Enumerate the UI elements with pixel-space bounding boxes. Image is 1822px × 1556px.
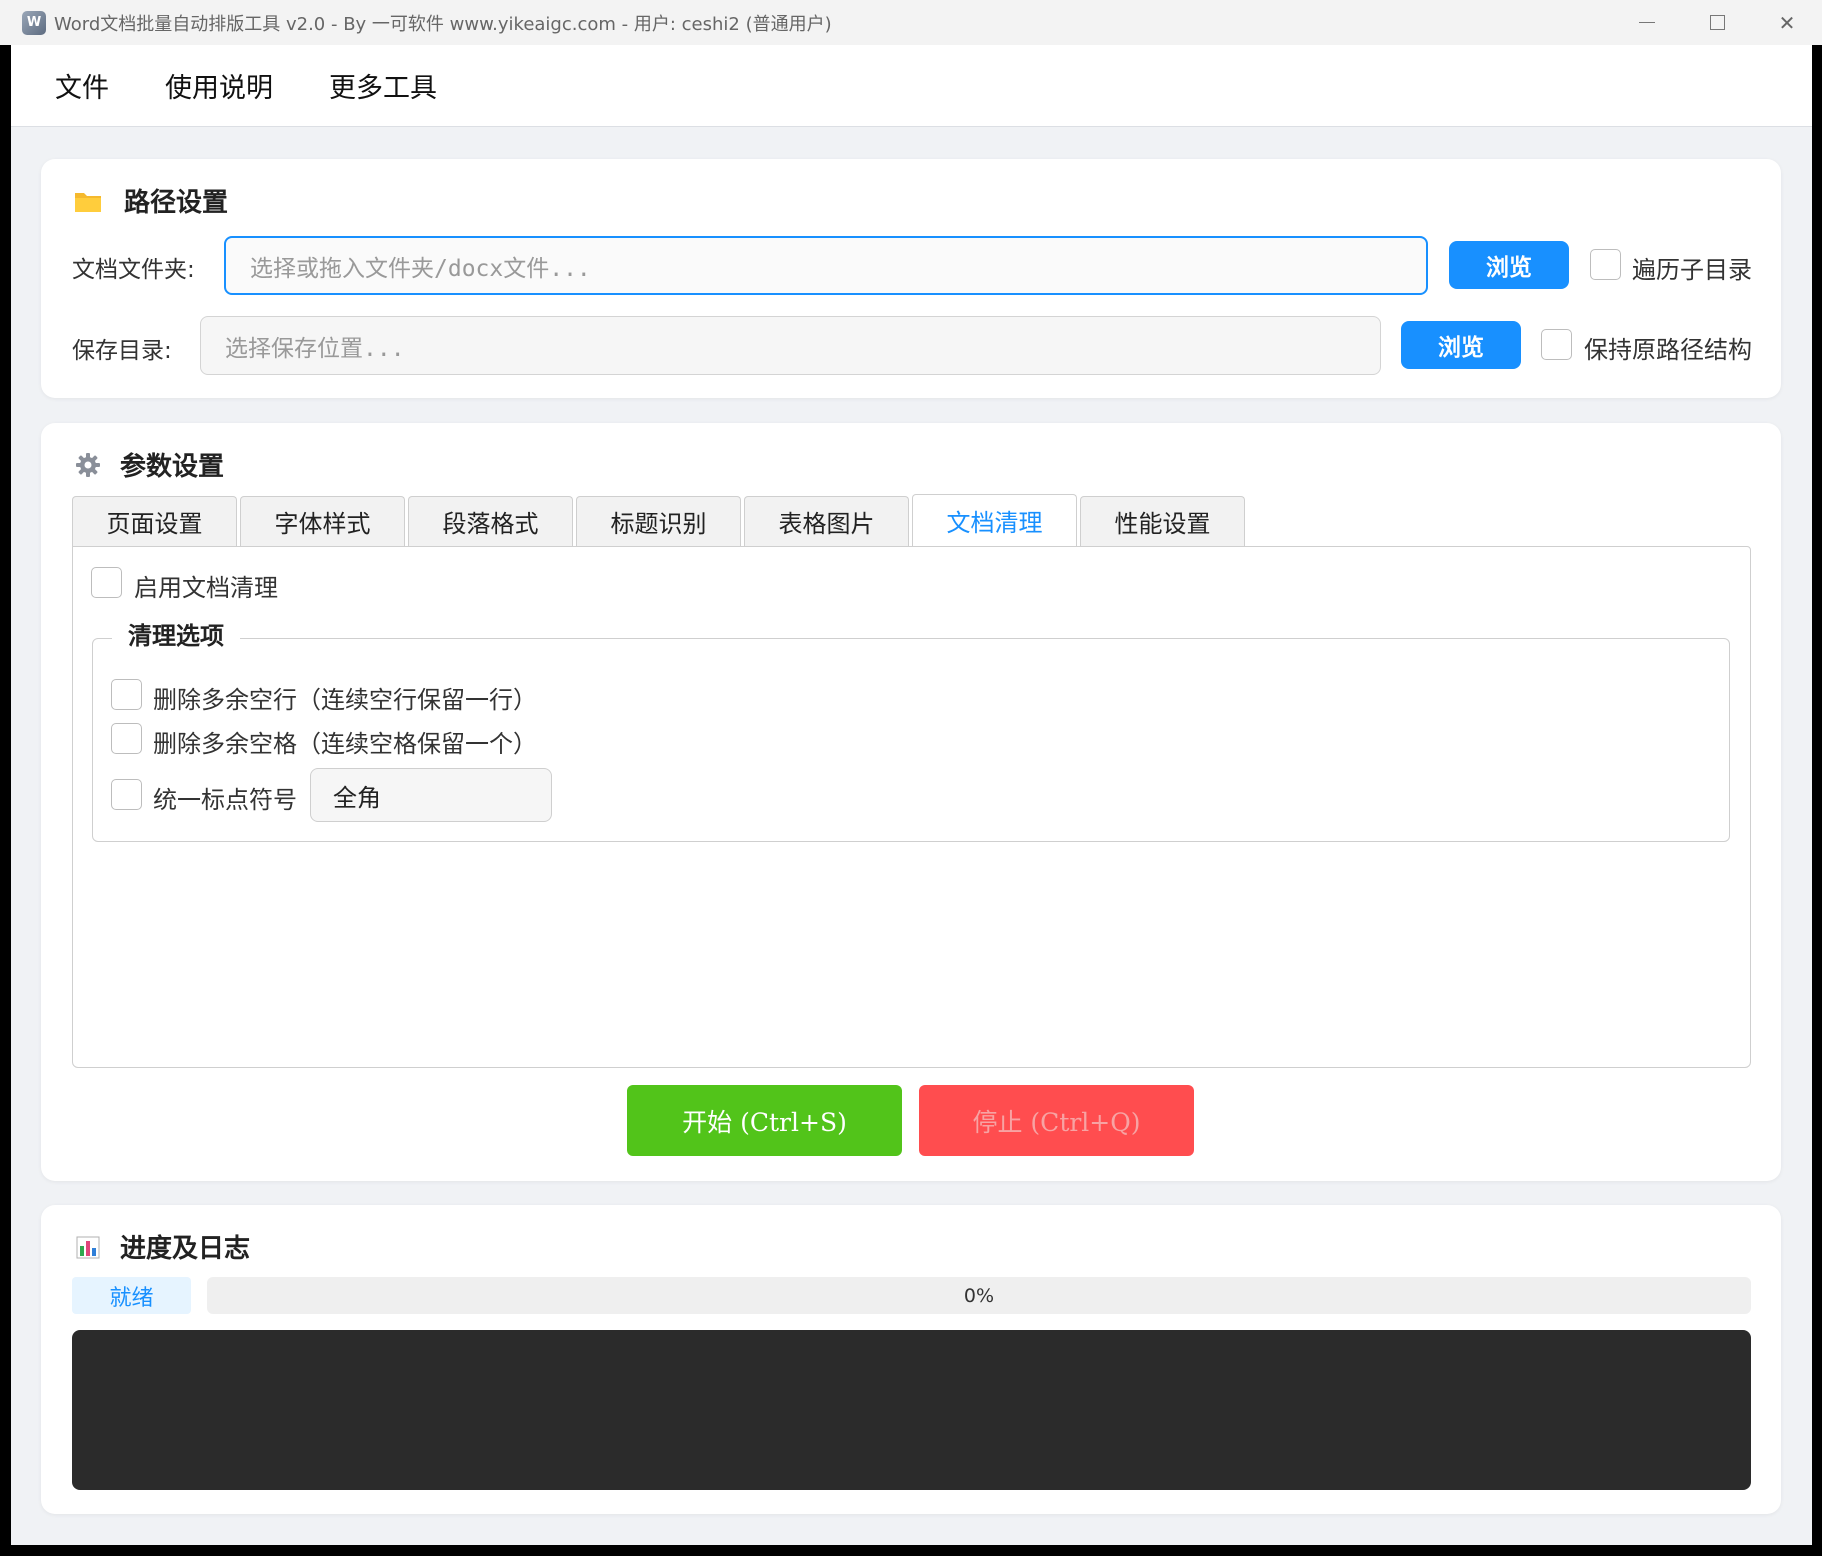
close-icon: ✕ — [1778, 10, 1796, 35]
remove-extra-spaces-label: 删除多余空格（连续空格保留一个） — [153, 730, 537, 758]
keep-structure-label: 保持原路径结构 — [1584, 336, 1752, 364]
doc-folder-placeholder: 选择或拖入文件夹/docx文件... — [250, 255, 591, 282]
enable-cleanup-checkbox[interactable] — [91, 567, 122, 598]
doc-folder-label: 文档文件夹: — [72, 257, 195, 283]
status-badge: 就绪 — [72, 1277, 191, 1314]
tab-page-setup[interactable]: 页面设置 — [72, 496, 237, 546]
cleanup-options-title: 清理选项 — [112, 616, 240, 651]
maximize-button[interactable] — [1682, 0, 1752, 45]
progress-title: 进度及日志 — [74, 1228, 250, 1265]
minimize-button[interactable] — [1612, 0, 1682, 45]
remove-extra-spaces-checkbox[interactable] — [111, 723, 142, 754]
maximize-icon — [1709, 15, 1725, 30]
unify-punctuation-checkbox[interactable] — [111, 779, 142, 810]
app-logo-icon: W — [22, 10, 46, 35]
minimize-icon — [1639, 22, 1655, 23]
progress-bar: 0% — [207, 1277, 1751, 1314]
save-dir-label: 保存目录: — [72, 338, 172, 364]
recurse-subdirs-checkbox[interactable] — [1590, 249, 1621, 280]
gear-icon — [74, 451, 102, 479]
tab-paragraph-format[interactable]: 段落格式 — [408, 496, 573, 546]
log-output[interactable] — [72, 1330, 1751, 1490]
title-bar: W Word文档批量自动排版工具 v2.0 - By 一可软件 www.yike… — [0, 0, 1822, 45]
save-dir-placeholder: 选择保存位置... — [225, 335, 405, 362]
tab-doc-cleanup[interactable]: 文档清理 — [912, 494, 1077, 546]
browse-save-dir-button[interactable]: 浏览 — [1401, 321, 1521, 369]
doc-folder-input[interactable]: 选择或拖入文件夹/docx文件... — [224, 236, 1428, 295]
param-settings-heading: 参数设置 — [120, 452, 225, 482]
remove-blank-lines-checkbox[interactable] — [111, 679, 142, 710]
start-button[interactable]: 开始 (Ctrl+S) — [627, 1085, 902, 1156]
tab-font-style[interactable]: 字体样式 — [240, 496, 405, 546]
path-settings-heading: 路径设置 — [124, 188, 229, 218]
tab-performance[interactable]: 性能设置 — [1080, 496, 1245, 546]
save-dir-input[interactable]: 选择保存位置... — [200, 316, 1381, 375]
path-settings-title: 路径设置 — [74, 182, 228, 219]
window-controls: ✕ — [1612, 0, 1822, 45]
menu-file[interactable]: 文件 — [55, 66, 109, 105]
close-button[interactable]: ✕ — [1752, 0, 1822, 45]
punctuation-width-select[interactable]: 全角 — [310, 768, 552, 822]
unify-punctuation-label: 统一标点符号 — [153, 786, 297, 814]
recurse-subdirs-label: 遍历子目录 — [1632, 256, 1752, 284]
keep-structure-checkbox[interactable] — [1541, 329, 1572, 360]
param-settings-title: 参数设置 — [74, 446, 224, 483]
progress-percent: 0% — [963, 1284, 995, 1307]
menu-help[interactable]: 使用说明 — [165, 66, 273, 105]
menu-bar: 文件 使用说明 更多工具 — [11, 45, 1812, 127]
bar-chart-icon — [74, 1233, 102, 1261]
tab-heading-detect[interactable]: 标题识别 — [576, 496, 741, 546]
menu-more-tools[interactable]: 更多工具 — [329, 66, 437, 105]
remove-blank-lines-label: 删除多余空行（连续空行保留一行） — [153, 686, 537, 714]
enable-cleanup-label: 启用文档清理 — [134, 574, 278, 602]
window-title: Word文档批量自动排版工具 v2.0 - By 一可软件 www.yikeai… — [54, 13, 832, 35]
folder-icon — [74, 187, 102, 215]
tab-table-image[interactable]: 表格图片 — [744, 496, 909, 546]
stop-button[interactable]: 停止 (Ctrl+Q) — [919, 1085, 1194, 1156]
progress-heading: 进度及日志 — [120, 1234, 251, 1264]
browse-doc-folder-button[interactable]: 浏览 — [1449, 241, 1569, 289]
punctuation-width-value: 全角 — [333, 783, 381, 812]
